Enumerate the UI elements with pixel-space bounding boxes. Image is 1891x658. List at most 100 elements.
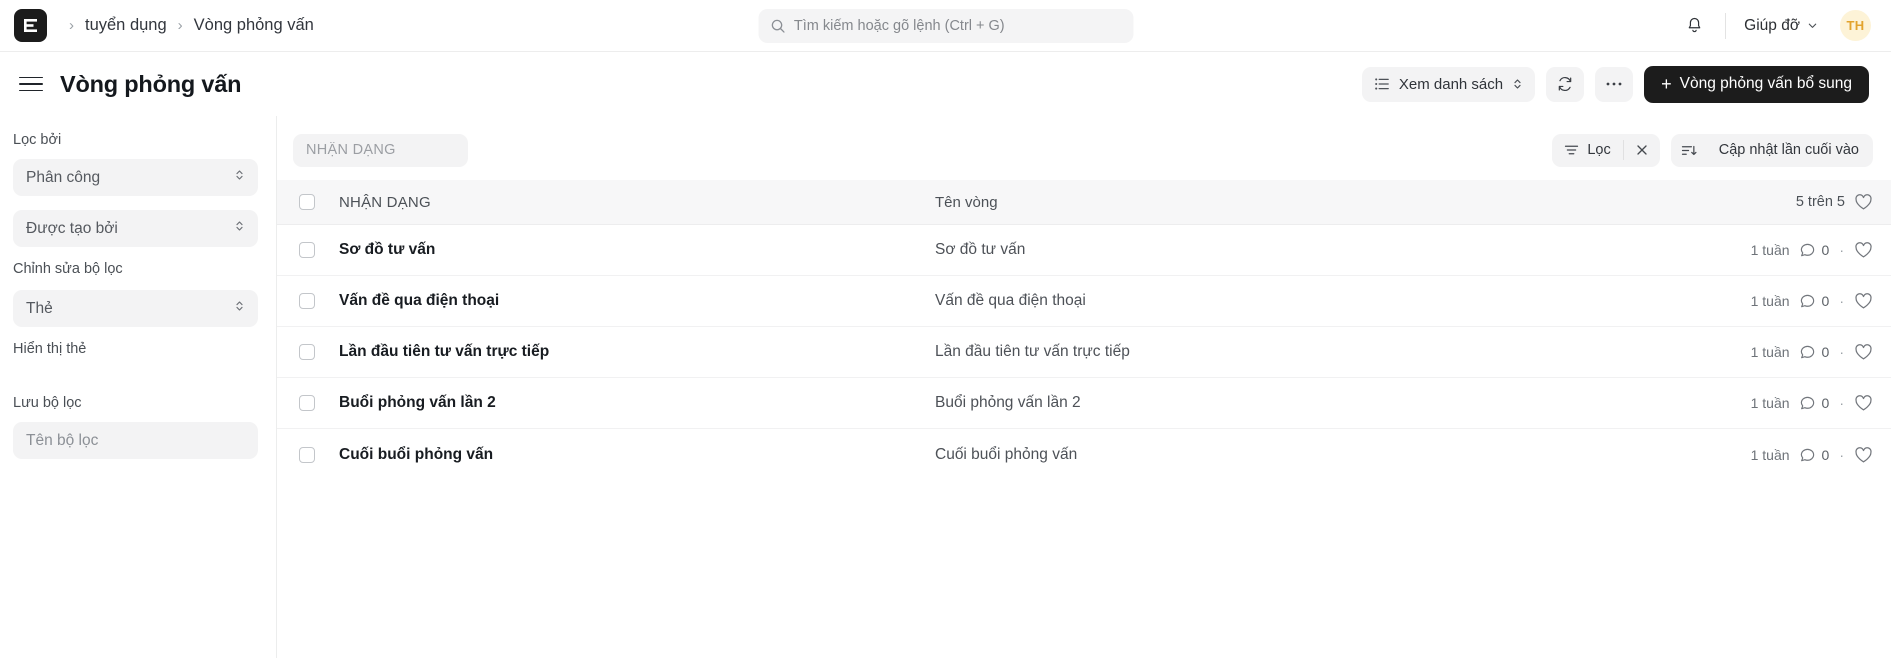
row-comment-count: 0	[1821, 242, 1830, 258]
row-id[interactable]: Lần đầu tiên tư vấn trực tiếp	[315, 343, 935, 361]
chevron-up-down-icon	[234, 299, 245, 318]
help-label: Giúp đỡ	[1744, 16, 1800, 34]
table-row[interactable]: Buổi phỏng vấn lần 2 Buổi phỏng vấn lần …	[277, 378, 1891, 429]
row-comment-count: 0	[1821, 293, 1830, 309]
heart-icon	[1855, 446, 1872, 462]
row-like-button[interactable]	[1854, 394, 1873, 412]
comment-icon	[1800, 448, 1814, 461]
comment-icon	[1800, 345, 1814, 359]
avatar[interactable]: TH	[1840, 10, 1871, 41]
meta-separator: ·	[1839, 293, 1844, 309]
assigned-to-select[interactable]: Phân công	[13, 159, 258, 196]
heart-icon	[1855, 242, 1872, 258]
sort-field-button[interactable]: Cập nhật lần cuối vào	[1709, 134, 1873, 167]
row-checkbox[interactable]	[299, 242, 315, 258]
sort-icon	[1682, 145, 1697, 155]
column-header-id[interactable]: NHẬN DẠNG	[315, 194, 935, 211]
hamburger-line-2	[19, 83, 43, 85]
meta-separator: ·	[1839, 395, 1844, 411]
meta-separator: ·	[1839, 446, 1844, 463]
navbar-right-group: Giúp đỡ TH	[1675, 7, 1871, 45]
row-meta: 1 tuần 0 ·	[1739, 394, 1873, 412]
sidebar-toggle-icon[interactable]	[16, 69, 46, 99]
row-comment-count: 0	[1821, 344, 1830, 360]
row-comments[interactable]: 0	[1799, 344, 1830, 360]
row-id[interactable]: Vấn đề qua điện thoại	[315, 292, 935, 310]
row-like-button[interactable]	[1854, 292, 1873, 310]
logo-e-icon	[24, 19, 37, 32]
row-checkbox[interactable]	[299, 395, 315, 411]
row-modified-time: 1 tuần	[1750, 446, 1790, 463]
breadcrumb-item-recruitment[interactable]: tuyển dụng	[85, 16, 167, 35]
heart-icon	[1855, 293, 1872, 309]
row-name: Buổi phỏng vấn lần 2	[935, 394, 1081, 411]
search-input[interactable]	[793, 17, 1121, 34]
filter-group: Lọc	[1552, 133, 1660, 167]
more-options-button[interactable]	[1595, 66, 1634, 102]
row-meta: 1 tuần 0 ·	[1739, 241, 1873, 259]
row-like-button[interactable]	[1854, 446, 1873, 464]
hamburger-line-3	[19, 89, 43, 92]
clear-filter-button[interactable]	[1624, 134, 1660, 167]
app-logo[interactable]	[14, 9, 47, 42]
sort-label: Cập nhật lần cuối vào	[1718, 142, 1859, 158]
search-icon	[771, 19, 785, 33]
row-id[interactable]: Sơ đồ tư vấn	[315, 241, 935, 259]
row-checkbox[interactable]	[299, 446, 315, 463]
add-interview-round-button[interactable]: + Vòng phỏng vấn bổ sung	[1644, 65, 1869, 103]
navbar-divider	[1725, 12, 1727, 39]
id-filter-input[interactable]	[293, 133, 468, 167]
view-selector-button[interactable]: Xem danh sách	[1361, 66, 1536, 102]
row-like-button[interactable]	[1854, 241, 1873, 259]
row-comments[interactable]: 0	[1799, 395, 1829, 411]
row-checkbox[interactable]	[299, 344, 315, 360]
list-view-icon	[1375, 78, 1389, 90]
breadcrumb-separator-1: ›	[69, 17, 74, 34]
tags-label: Thẻ	[26, 299, 53, 317]
notifications-button[interactable]	[1675, 7, 1713, 45]
page-header-actions: Xem danh sách + Vòng phỏng vấn bổ sung	[1361, 65, 1869, 103]
save-filter-label: Lưu bộ lọc	[13, 395, 82, 411]
comment-icon	[1800, 243, 1814, 257]
row-meta: 1 tuần 0 ·	[1739, 343, 1873, 361]
created-by-label: Được tạo bởi	[26, 219, 118, 237]
sort-direction-button[interactable]	[1671, 134, 1709, 167]
table-row[interactable]: Cuối buổi phỏng vấn Cuối buổi phỏng vấn …	[277, 429, 1891, 480]
breadcrumb-item-interview-round[interactable]: Vòng phỏng vấn	[194, 16, 314, 35]
edit-filters-link[interactable]: Chỉnh sửa bộ lọc	[13, 261, 258, 277]
refresh-button[interactable]	[1546, 66, 1585, 102]
row-id[interactable]: Cuối buổi phỏng vấn	[315, 446, 935, 464]
close-icon	[1637, 145, 1647, 155]
search-box[interactable]	[758, 8, 1133, 43]
select-all-checkbox[interactable]	[299, 194, 315, 210]
filter-name-input[interactable]	[13, 422, 258, 459]
filter-icon	[1565, 145, 1579, 155]
table-row[interactable]: Vấn đề qua điện thoại Vấn đề qua điện th…	[277, 276, 1891, 327]
created-by-select[interactable]: Được tạo bởi	[13, 210, 258, 247]
row-meta: 1 tuần 0 ·	[1739, 292, 1873, 310]
chevron-up-down-icon	[1514, 79, 1521, 89]
table-row[interactable]: Sơ đồ tư vấn Sơ đồ tư vấn 1 tuần 0 ·	[277, 225, 1891, 276]
meta-separator: ·	[1839, 344, 1844, 360]
filter-sidebar: Lọc bởi Phân công Được tạo bởi Chỉnh sửa…	[0, 116, 276, 658]
like-all-icon[interactable]	[1854, 193, 1873, 211]
hamburger-line-1	[19, 76, 43, 79]
main-content: Lọc	[276, 116, 1891, 658]
refresh-icon	[1558, 76, 1572, 92]
filter-button[interactable]: Lọc	[1552, 134, 1622, 167]
help-dropdown[interactable]: Giúp đỡ	[1738, 13, 1824, 39]
bell-icon	[1688, 17, 1700, 33]
breadcrumb-separator-2: ›	[177, 17, 183, 34]
interview-rounds-table: NHẬN DẠNG Tên vòng 5 trên 5 Sơ đồ tư vấn…	[277, 180, 1891, 480]
row-checkbox[interactable]	[299, 293, 315, 309]
tags-select[interactable]: Thẻ	[13, 290, 258, 327]
column-header-name[interactable]: Tên vòng	[935, 194, 1784, 211]
row-id[interactable]: Buổi phỏng vấn lần 2	[315, 394, 935, 412]
ellipsis-icon	[1606, 82, 1622, 86]
row-comments[interactable]: 0	[1799, 242, 1830, 258]
row-comments[interactable]: 0	[1799, 293, 1830, 309]
table-row[interactable]: Lần đầu tiên tư vấn trực tiếp Lần đầu ti…	[277, 327, 1891, 378]
row-comments[interactable]: 0	[1799, 447, 1829, 463]
row-like-button[interactable]	[1854, 343, 1873, 361]
show-tags-link[interactable]: Hiển thị thẻ	[13, 341, 258, 357]
